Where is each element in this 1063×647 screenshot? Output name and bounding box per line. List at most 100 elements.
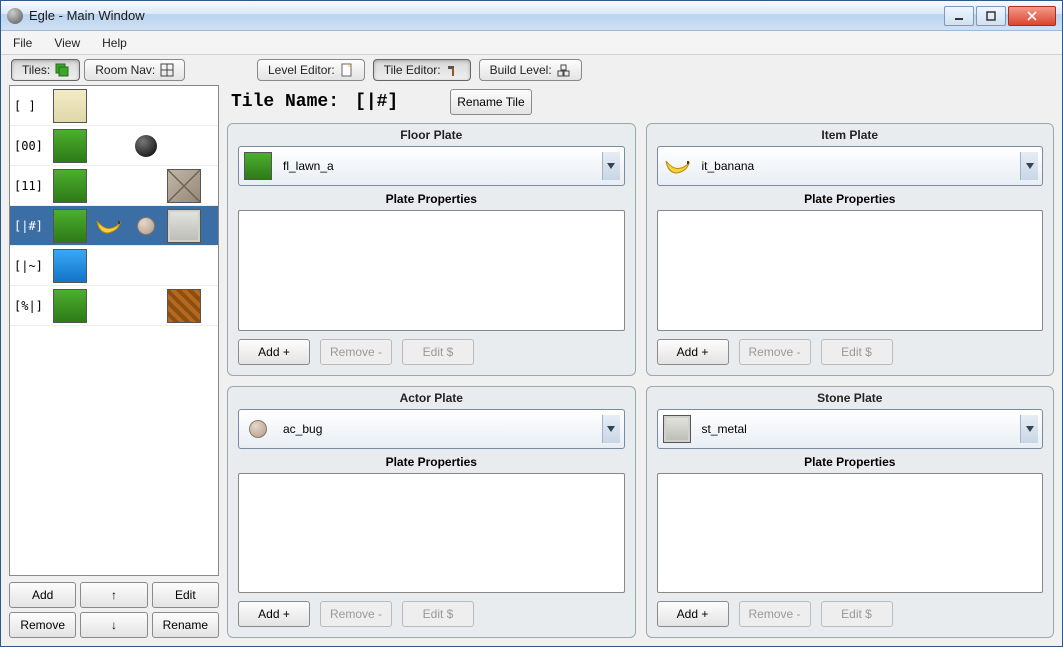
tile-actor-slot [128, 168, 164, 204]
tile-stone-slot [166, 208, 202, 244]
tile-stone-slot [166, 288, 202, 324]
actor-plate-value: ac_bug [283, 422, 592, 436]
tile-row[interactable]: [00] [10, 126, 218, 166]
toolbar-row: Tiles: Room Nav: Level Editor: Tile Edit… [1, 55, 1062, 85]
floor-plate-select[interactable]: fl_lawn_a [238, 146, 625, 186]
tile-item-slot [90, 128, 126, 164]
add-button[interactable]: Add [9, 582, 76, 608]
stone-plate-select[interactable]: st_metal [657, 409, 1044, 449]
actor-add-button[interactable]: Add + [238, 601, 310, 627]
tiles-icon [55, 63, 69, 77]
tile-floor-slot [52, 168, 88, 204]
stone-plate-title: Stone Plate [657, 391, 1044, 409]
floor-edit-button: Edit $ [402, 339, 474, 365]
tile-code: [|#] [14, 219, 50, 233]
edit-button[interactable]: Edit [152, 582, 219, 608]
plate-grid: Floor Plate fl_lawn_a Plate Properties A… [227, 123, 1054, 638]
tile-item-slot [90, 168, 126, 204]
tab-roomnav[interactable]: Room Nav: [84, 59, 185, 81]
tile-row[interactable]: [ ] [10, 86, 218, 126]
maximize-button[interactable] [976, 6, 1006, 26]
tile-item-slot [90, 88, 126, 124]
menu-help[interactable]: Help [98, 34, 131, 52]
tile-stone-slot [166, 248, 202, 284]
tile-item-slot [90, 208, 126, 244]
item-add-button[interactable]: Add + [657, 339, 729, 365]
tile-actor-slot [128, 128, 164, 164]
move-up-button[interactable]: ↑ [80, 582, 147, 608]
menubar: File View Help [1, 31, 1062, 55]
floor-plate-value: fl_lawn_a [283, 159, 592, 173]
item-plate-value: it_banana [702, 159, 1011, 173]
tile-code: [00] [14, 139, 50, 153]
banana-icon [662, 151, 692, 181]
blocks-icon [557, 63, 571, 77]
chevron-down-icon [1020, 415, 1038, 443]
tile-name-label: Tile Name: [231, 92, 339, 112]
tile-name-row: Tile Name: [|#] Rename Tile [227, 85, 1054, 117]
tile-code: [11] [14, 179, 50, 193]
window-title: Egle - Main Window [29, 8, 944, 23]
tile-code: [|~] [14, 259, 50, 273]
tab-level-editor[interactable]: Level Editor: [257, 59, 365, 81]
tab-level-label: Level Editor: [268, 63, 335, 77]
minimize-button[interactable] [944, 6, 974, 26]
tab-tiles[interactable]: Tiles: [11, 59, 80, 81]
stone-props-list[interactable] [657, 473, 1044, 594]
remove-button[interactable]: Remove [9, 612, 76, 638]
actor-edit-button: Edit $ [402, 601, 474, 627]
main-window: Egle - Main Window File View Help Tiles:… [0, 0, 1063, 647]
item-props-label: Plate Properties [657, 186, 1044, 210]
chevron-down-icon [602, 152, 620, 180]
tile-row[interactable]: [%|] [10, 286, 218, 326]
grid-icon [160, 63, 174, 77]
main-panel: Tile Name: [|#] Rename Tile Floor Plate … [227, 85, 1054, 638]
stone-add-button[interactable]: Add + [657, 601, 729, 627]
tab-build-level[interactable]: Build Level: [479, 59, 582, 81]
metal-icon [662, 414, 692, 444]
actor-remove-button: Remove - [320, 601, 392, 627]
tile-row[interactable]: [|~] [10, 246, 218, 286]
tile-floor-slot [52, 208, 88, 244]
tile-actor-slot [128, 88, 164, 124]
stone-plate: Stone Plate st_metal Plate Properties Ad… [646, 386, 1055, 639]
tile-row[interactable]: [11] [10, 166, 218, 206]
tile-floor-slot [52, 88, 88, 124]
floor-plate: Floor Plate fl_lawn_a Plate Properties A… [227, 123, 636, 376]
actor-props-label: Plate Properties [238, 449, 625, 473]
floor-add-button[interactable]: Add + [238, 339, 310, 365]
titlebar: Egle - Main Window [1, 1, 1062, 31]
tile-code: [%|] [14, 299, 50, 313]
tile-floor-slot [52, 128, 88, 164]
menu-view[interactable]: View [50, 34, 84, 52]
tile-list[interactable]: [ ] [00] [11] [|#] [|~] [%|] [9, 85, 219, 576]
tab-tile-editor[interactable]: Tile Editor: [373, 59, 471, 81]
tile-actor-slot [128, 248, 164, 284]
hammer-icon [446, 63, 460, 77]
stone-props-label: Plate Properties [657, 449, 1044, 473]
floor-props-label: Plate Properties [238, 186, 625, 210]
actor-plate-select[interactable]: ac_bug [238, 409, 625, 449]
menu-file[interactable]: File [9, 34, 36, 52]
tile-stone-slot [166, 88, 202, 124]
floor-icon [243, 151, 273, 181]
tab-roomnav-label: Room Nav: [95, 63, 155, 77]
tile-code: [ ] [14, 99, 50, 113]
floor-plate-title: Floor Plate [238, 128, 625, 146]
floor-remove-button: Remove - [320, 339, 392, 365]
chevron-down-icon [602, 415, 620, 443]
actor-props-list[interactable] [238, 473, 625, 594]
item-plate-select[interactable]: it_banana [657, 146, 1044, 186]
floor-props-list[interactable] [238, 210, 625, 331]
move-down-button[interactable]: ↓ [80, 612, 147, 638]
tile-row[interactable]: [|#] [10, 206, 218, 246]
tile-item-slot [90, 248, 126, 284]
item-props-list[interactable] [657, 210, 1044, 331]
tile-actor-slot [128, 208, 164, 244]
rename-tile-button[interactable]: Rename Tile [450, 89, 531, 115]
tile-stone-slot [166, 168, 202, 204]
stone-edit-button: Edit $ [821, 601, 893, 627]
item-edit-button: Edit $ [821, 339, 893, 365]
rename-button[interactable]: Rename [152, 612, 219, 638]
close-button[interactable] [1008, 6, 1056, 26]
